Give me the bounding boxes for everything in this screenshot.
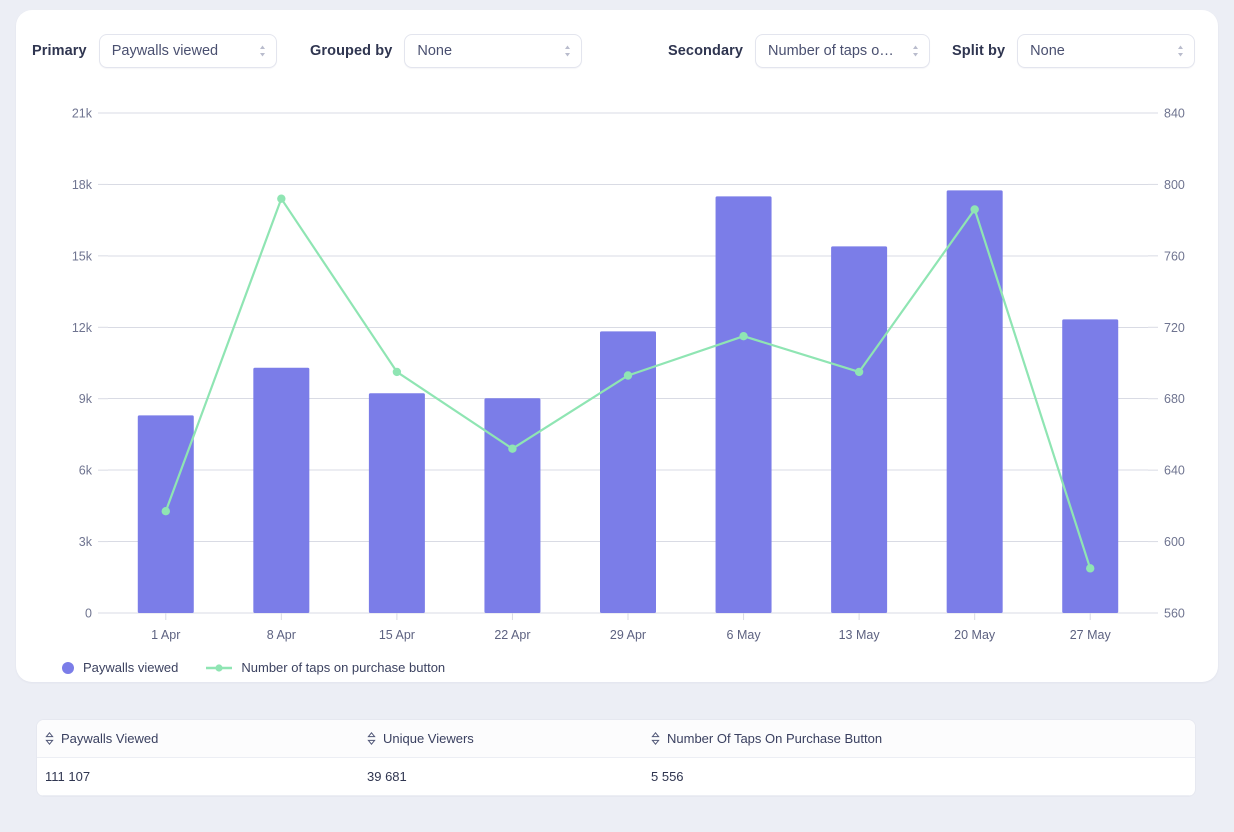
legend-line-icon bbox=[206, 663, 233, 672]
grouped-by-select-value: None bbox=[417, 43, 453, 59]
line-data-point[interactable] bbox=[970, 205, 979, 214]
chart-legend: Paywalls viewed Number of taps on purcha… bbox=[62, 660, 445, 675]
y-axis-left-tick: 12k bbox=[72, 321, 93, 335]
table-cell: 5 556 bbox=[651, 769, 684, 784]
split-by-select-value: None bbox=[1030, 43, 1065, 59]
line-data-point[interactable] bbox=[277, 194, 286, 203]
x-axis-tick-label: 29 Apr bbox=[610, 628, 646, 642]
controls-bar: Primary Paywalls viewed Grouped by None bbox=[16, 10, 1218, 92]
control-grouped-by: Grouped by None bbox=[310, 34, 583, 68]
x-axis-tick-label: 1 Apr bbox=[151, 628, 180, 642]
table-header-row: Paywalls Viewed Unique Viewers Number Of… bbox=[37, 720, 1195, 758]
combo-chart: 21k 840 18k 800 15k 760 12k 720 9k 680 6k 640 3k 600 0… bbox=[16, 92, 1218, 652]
sort-icon bbox=[367, 732, 376, 745]
y-axis-right-tick: 560 bbox=[1164, 607, 1185, 621]
table-header-label: Unique Viewers bbox=[383, 731, 474, 746]
table-header-paywalls-viewed[interactable]: Paywalls Viewed bbox=[37, 731, 359, 746]
x-axis-tick-label: 6 May bbox=[727, 628, 762, 642]
line-data-point[interactable] bbox=[1086, 564, 1095, 573]
split-by-select[interactable]: None bbox=[1017, 34, 1196, 68]
stepper-icon bbox=[259, 45, 265, 57]
control-split-by: Split by None bbox=[952, 34, 1196, 68]
y-axis-left-tick: 18k bbox=[72, 178, 93, 192]
y-axis-right-tick: 760 bbox=[1164, 249, 1185, 263]
legend-item-taps-on-purchase-button[interactable]: Number of taps on purchase button bbox=[206, 660, 445, 675]
legend-item-paywalls-viewed[interactable]: Paywalls viewed bbox=[62, 660, 178, 675]
y-axis-right-tick: 800 bbox=[1164, 178, 1185, 192]
control-primary-label: Primary bbox=[32, 43, 87, 59]
x-axis-tick-label: 20 May bbox=[954, 628, 996, 642]
y-axis-left-tick: 6k bbox=[79, 464, 93, 478]
table-header-label: Paywalls Viewed bbox=[61, 731, 159, 746]
table-cell: 111 107 bbox=[45, 769, 91, 784]
sort-icon bbox=[651, 732, 660, 745]
control-primary: Primary Paywalls viewed bbox=[32, 34, 277, 68]
x-axis-tick-label: 8 Apr bbox=[267, 628, 296, 642]
y-axis-left-tick: 0 bbox=[85, 607, 92, 621]
line-data-point[interactable] bbox=[508, 444, 517, 453]
analytics-page: Primary Paywalls viewed Grouped by None bbox=[0, 0, 1234, 832]
line-data-point[interactable] bbox=[623, 371, 633, 380]
secondary-select[interactable]: Number of taps on… bbox=[755, 34, 931, 68]
legend-label: Paywalls viewed bbox=[83, 660, 179, 675]
stepper-icon bbox=[913, 45, 919, 57]
stepper-icon bbox=[565, 45, 571, 57]
x-axis-tick-label: 27 May bbox=[1070, 628, 1112, 642]
primary-select-value: Paywalls viewed bbox=[111, 43, 219, 59]
x-axis-tick-label: 15 Apr bbox=[379, 628, 415, 642]
line-data-point[interactable] bbox=[161, 507, 170, 516]
bar[interactable] bbox=[253, 367, 310, 613]
y-axis-right-tick: 840 bbox=[1164, 107, 1185, 121]
grouped-by-select[interactable]: None bbox=[404, 34, 583, 68]
y-axis-right-tick: 600 bbox=[1164, 535, 1185, 549]
control-split-by-label: Split by bbox=[952, 43, 1006, 59]
y-axis-right-tick: 680 bbox=[1164, 392, 1185, 406]
table-header-unique-viewers[interactable]: Unique Viewers bbox=[359, 731, 643, 746]
table-header-label: Number Of Taps On Purchase Button bbox=[667, 731, 883, 746]
bar[interactable] bbox=[484, 398, 541, 613]
table-header-taps-on-purchase-button[interactable]: Number Of Taps On Purchase Button bbox=[643, 731, 1195, 746]
bar[interactable] bbox=[946, 190, 1003, 613]
y-axis-left-tick: 3k bbox=[79, 535, 93, 549]
y-axis-left-tick: 15k bbox=[72, 249, 93, 263]
legend-label: Number of taps on purchase button bbox=[241, 660, 446, 675]
chart-card: Primary Paywalls viewed Grouped by None bbox=[16, 10, 1218, 682]
legend-dot-icon bbox=[62, 661, 74, 674]
control-secondary-label: Secondary bbox=[668, 43, 744, 59]
x-axis-tick-label: 13 May bbox=[839, 628, 881, 642]
table-row: 111 107 39 681 5 556 bbox=[37, 758, 1195, 796]
bar[interactable] bbox=[715, 196, 772, 613]
y-axis-right-tick: 640 bbox=[1164, 464, 1185, 478]
y-axis-right-tick: 720 bbox=[1164, 321, 1185, 335]
control-secondary: Secondary Number of taps on… bbox=[668, 34, 931, 68]
bar[interactable] bbox=[368, 393, 425, 613]
secondary-select-value: Number of taps on… bbox=[768, 43, 902, 59]
stepper-icon bbox=[1178, 45, 1184, 57]
line-data-point[interactable] bbox=[854, 367, 864, 377]
line-data-point[interactable] bbox=[739, 332, 748, 341]
x-axis-tick-label: 22 Apr bbox=[494, 628, 530, 642]
primary-select[interactable]: Paywalls viewed bbox=[98, 34, 277, 68]
control-grouped-by-label: Grouped by bbox=[310, 43, 393, 59]
y-axis-left-tick: 9k bbox=[79, 392, 93, 406]
summary-table: Paywalls Viewed Unique Viewers Number Of… bbox=[36, 719, 1196, 797]
table-cell: 39 681 bbox=[367, 769, 407, 784]
bar[interactable] bbox=[831, 246, 888, 614]
sort-icon bbox=[45, 732, 54, 745]
y-axis-left-tick: 21k bbox=[72, 107, 93, 121]
line-data-point[interactable] bbox=[392, 367, 402, 377]
